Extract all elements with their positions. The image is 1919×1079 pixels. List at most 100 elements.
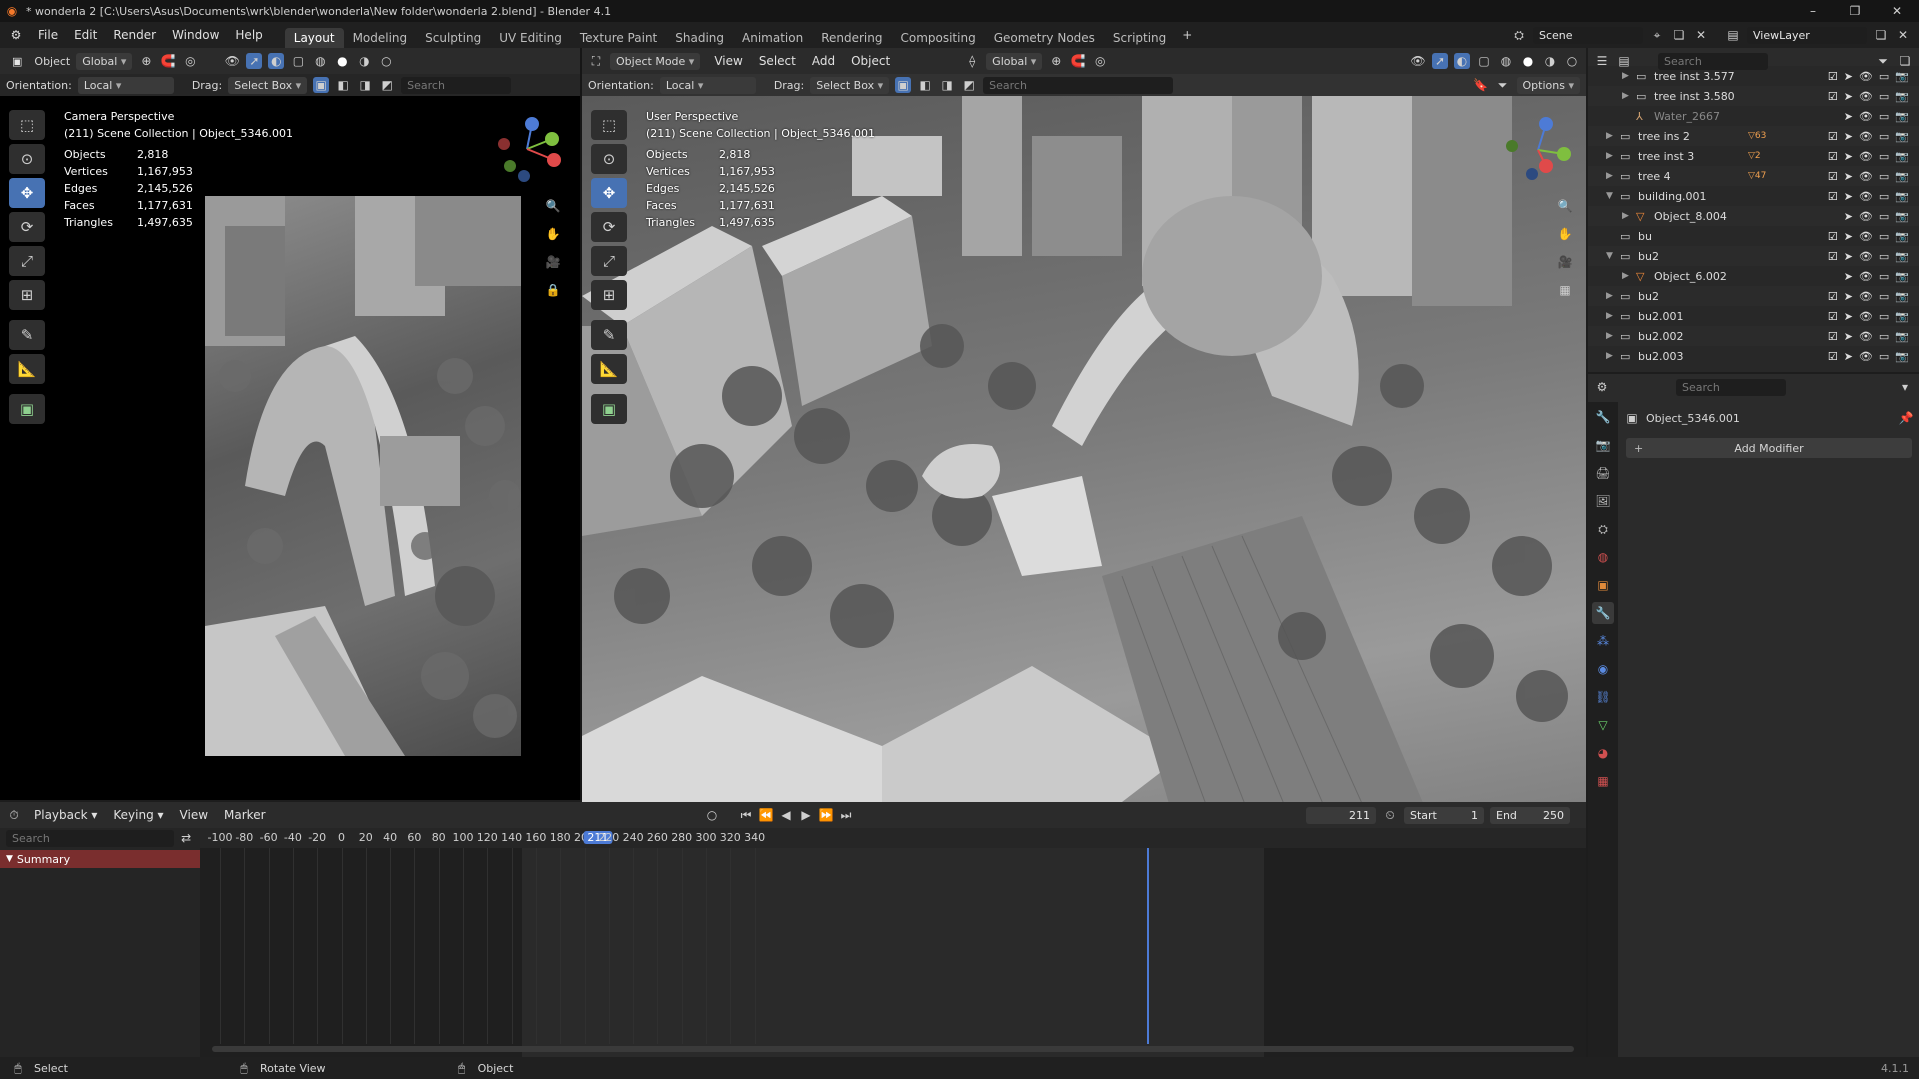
drag-dropdown[interactable]: Select Box: [228, 76, 308, 94]
main-orientation-dropdown[interactable]: Local: [659, 76, 756, 94]
expand-arrow-icon[interactable]: ▶: [1606, 131, 1620, 141]
main-scale-tool-icon[interactable]: ⤢: [591, 246, 627, 276]
include-checkbox-icon[interactable]: ☑: [1828, 70, 1838, 83]
select-arrow-icon[interactable]: ➤: [1844, 210, 1853, 223]
main-search-input[interactable]: Search: [983, 76, 1174, 94]
expand-arrow-icon[interactable]: ▶: [1606, 331, 1620, 341]
main-select-invert-icon[interactable]: ◩: [961, 77, 977, 93]
start-frame-field[interactable]: Start 1: [1404, 806, 1484, 824]
expand-arrow-icon[interactable]: ▶: [1606, 171, 1620, 181]
main-add-cube-tool-icon[interactable]: ▣: [591, 394, 627, 424]
select-subtract-icon[interactable]: ◨: [357, 77, 373, 93]
wireframe-shading-icon[interactable]: ◍: [312, 53, 328, 69]
constraints-tab-icon[interactable]: ⛓: [1592, 686, 1614, 708]
eye-icon[interactable]: 👁: [1859, 250, 1873, 263]
jump-start-icon[interactable]: ⏮: [738, 807, 754, 823]
expand-arrow-icon[interactable]: ▶: [1606, 351, 1620, 361]
camera-icon[interactable]: 🎥: [545, 254, 561, 270]
main-measure-tool-icon[interactable]: 📐: [591, 354, 627, 384]
main-select-box-tool-icon[interactable]: ⬚: [591, 110, 627, 140]
main-transform-dropdown[interactable]: Global: [986, 52, 1043, 70]
menu-window[interactable]: Window: [164, 28, 227, 42]
camera-render-icon[interactable]: 📷: [1895, 190, 1909, 203]
main-navigation-gizmo[interactable]: [1502, 114, 1574, 186]
monitor-icon[interactable]: ▭: [1879, 190, 1889, 203]
jump-end-icon[interactable]: ⏭: [838, 807, 854, 823]
outliner-item[interactable]: ▶ ▽ Object_6.002 ➤ 👁 ▭ 📷: [1588, 266, 1919, 286]
select-arrow-icon[interactable]: ➤: [1844, 270, 1853, 283]
tab-animation[interactable]: Animation: [733, 28, 812, 48]
expand-arrow-icon[interactable]: ▼: [1606, 191, 1620, 201]
expand-arrow-icon[interactable]: ▶: [1622, 271, 1636, 281]
timeline-search-input[interactable]: Search: [6, 829, 175, 847]
outliner-item[interactable]: ▶ ▭ bu2.002 ☑ ➤ 👁 ▭ 📷: [1588, 326, 1919, 346]
main-gizmo-icon[interactable]: ➚: [1432, 53, 1448, 69]
main-cursor-tool-icon[interactable]: ⊙: [591, 144, 627, 174]
select-extend-icon[interactable]: ◧: [335, 77, 351, 93]
transform-tool-icon[interactable]: ⊞: [9, 280, 45, 310]
proportional-icon[interactable]: ◎: [182, 53, 198, 69]
include-checkbox-icon[interactable]: ☑: [1828, 130, 1838, 143]
add-cube-tool-icon[interactable]: ▣: [9, 394, 45, 424]
monitor-icon[interactable]: ▭: [1879, 290, 1889, 303]
viewport-menu-object[interactable]: Object: [843, 54, 898, 68]
include-checkbox-icon[interactable]: ☑: [1828, 230, 1838, 243]
include-checkbox-icon[interactable]: ☑: [1828, 170, 1838, 183]
rotate-tool-icon[interactable]: ⟳: [9, 212, 45, 242]
monitor-icon[interactable]: ▭: [1879, 70, 1889, 83]
eye-icon[interactable]: 👁: [1859, 270, 1873, 283]
display-mode-icon[interactable]: ▤: [1616, 53, 1632, 69]
clock-icon[interactable]: ⏲: [1382, 807, 1398, 823]
main-material-icon[interactable]: ◑: [1542, 53, 1558, 69]
camera-render-icon[interactable]: 📷: [1895, 90, 1909, 103]
camera-render-icon[interactable]: 📷: [1895, 70, 1909, 83]
outliner-item[interactable]: ▶ ▭ tree ins 2 ▽63 ☑ ➤ 👁 ▭ 📷: [1588, 126, 1919, 146]
main-xray-icon[interactable]: ▢: [1476, 53, 1492, 69]
main-annotate-tool-icon[interactable]: ✎: [591, 320, 627, 350]
outliner-item[interactable]: ▶ ▭ bu2 ☑ ➤ 👁 ▭ 📷: [1588, 286, 1919, 306]
include-checkbox-icon[interactable]: ☑: [1828, 250, 1838, 263]
timeline-scrollbar[interactable]: [212, 1046, 1574, 1052]
select-arrow-icon[interactable]: ➤: [1844, 290, 1853, 303]
orientation-dropdown[interactable]: Local: [77, 76, 174, 94]
outliner-filter-icon[interactable]: ⏷: [1875, 53, 1891, 69]
render-tab-icon[interactable]: 📷: [1592, 434, 1614, 456]
eye-icon[interactable]: 👁: [1859, 310, 1873, 323]
lock-icon[interactable]: 🔒: [545, 282, 561, 298]
properties-options-icon[interactable]: ▾: [1897, 379, 1913, 395]
minimize-icon[interactable]: –: [1805, 3, 1821, 19]
camera-render-icon[interactable]: 📷: [1895, 310, 1909, 323]
physics-tab-icon[interactable]: ◉: [1592, 658, 1614, 680]
eye-icon[interactable]: 👁: [1859, 350, 1873, 363]
gizmo-icon[interactable]: ➚: [246, 53, 263, 69]
eye-icon[interactable]: 👁: [1859, 230, 1873, 243]
outliner-item[interactable]: ▶ ▽ Object_8.004 ➤ 👁 ▭ 📷: [1588, 206, 1919, 226]
monitor-icon[interactable]: ▭: [1879, 350, 1889, 363]
menu-render[interactable]: Render: [105, 28, 164, 42]
tab-rendering[interactable]: Rendering: [812, 28, 891, 48]
main-rendered-icon[interactable]: ○: [1564, 53, 1580, 69]
main-rotate-tool-icon[interactable]: ⟳: [591, 212, 627, 242]
monitor-icon[interactable]: ▭: [1879, 110, 1889, 123]
camera-render-icon[interactable]: 📷: [1895, 230, 1909, 243]
left-search-input[interactable]: Search: [401, 76, 512, 94]
eye-icon[interactable]: 👁: [1859, 90, 1873, 103]
camera-render-icon[interactable]: 📷: [1895, 270, 1909, 283]
tab-compositing[interactable]: Compositing: [891, 28, 984, 48]
main-pivot-icon[interactable]: ⊕: [1048, 53, 1064, 69]
view-layer-tab-icon[interactable]: 🖼: [1592, 490, 1614, 512]
include-checkbox-icon[interactable]: ☑: [1828, 190, 1838, 203]
play-reverse-icon[interactable]: ◀: [778, 807, 794, 823]
select-box-tool-icon[interactable]: ⬚: [9, 110, 45, 140]
left-navigation-gizmo[interactable]: [492, 114, 562, 184]
camera-render-icon[interactable]: 📷: [1895, 170, 1909, 183]
visibility-icon[interactable]: 👁: [224, 53, 240, 69]
select-mode-icon[interactable]: ▣: [313, 77, 330, 93]
main-viewport[interactable]: ⛶ Object Mode ViewSelectAddObject ⟠ Glob…: [582, 48, 1586, 848]
main-transform-tool-icon[interactable]: ⊞: [591, 280, 627, 310]
include-checkbox-icon[interactable]: ☑: [1828, 350, 1838, 363]
timeline-menu-keying[interactable]: Keying ▾: [105, 808, 171, 822]
world-tab-icon[interactable]: ◍: [1592, 546, 1614, 568]
camera-render-icon[interactable]: 📷: [1895, 330, 1909, 343]
summary-channel[interactable]: ▼ Summary: [0, 850, 200, 868]
